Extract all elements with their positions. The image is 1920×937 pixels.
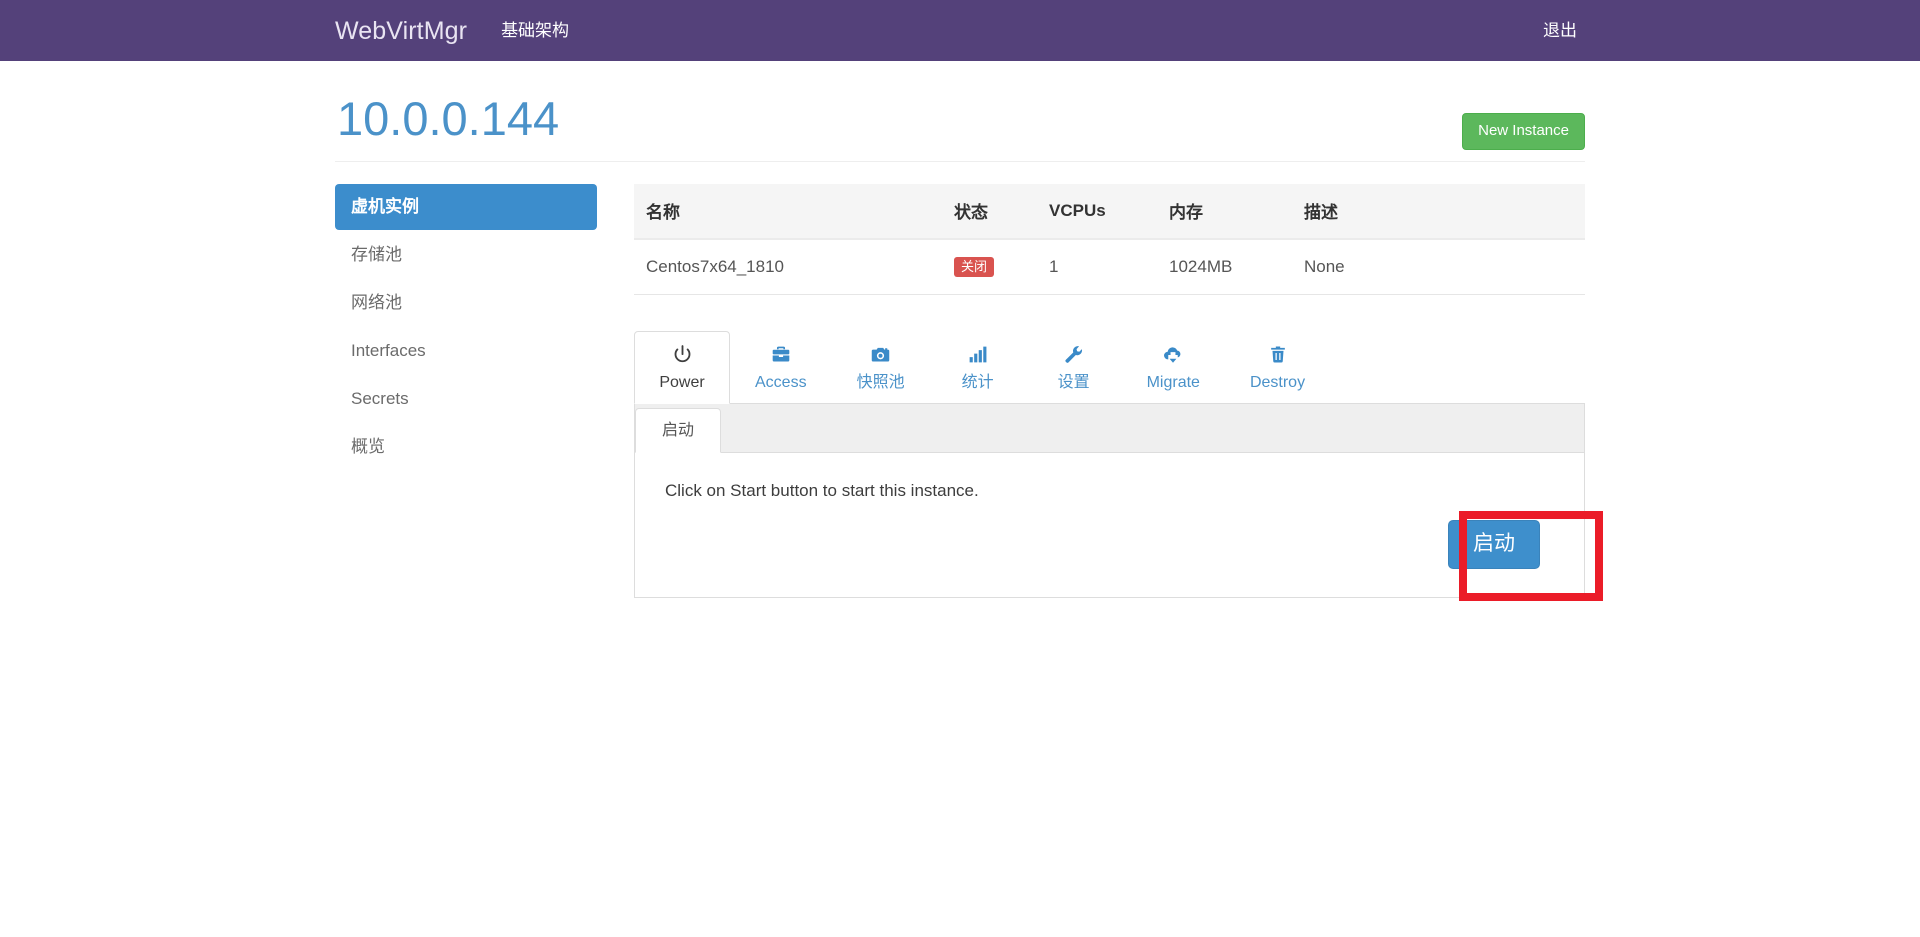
tab-access-label: Access <box>755 374 807 391</box>
sidebar-item-overview[interactable]: 概览 <box>335 424 597 470</box>
tab-snapshot-pool-link[interactable]: 快照池 <box>832 331 930 404</box>
tab-snapshot-pool-label: 快照池 <box>856 374 905 391</box>
nav-link-infrastructure[interactable]: 基础架构 <box>493 22 577 39</box>
start-instructions-text: Click on Start button to start this inst… <box>665 481 979 500</box>
sidebar-item-instances[interactable]: 虚机实例 <box>335 184 597 231</box>
brand-logo[interactable]: WebVirtMgr <box>335 17 467 44</box>
tab-statistics-link[interactable]: 统计 <box>930 331 1026 404</box>
column-header-vcpus: VCPUs <box>1039 184 1159 240</box>
new-instance-button[interactable]: New Instance <box>1462 113 1585 150</box>
tab-snapshot-pool[interactable]: 快照池 <box>832 331 930 404</box>
camera-icon <box>857 344 905 366</box>
tab-migrate-link[interactable]: Migrate <box>1122 331 1225 404</box>
tab-destroy-label: Destroy <box>1249 374 1306 391</box>
tab-power-link[interactable]: Power <box>634 331 730 404</box>
column-header-name: 名称 <box>634 184 944 240</box>
page-header: 10.0.0.144 New Instance <box>335 61 1585 162</box>
sidebar-item-storage-pool[interactable]: 存储池 <box>335 232 597 278</box>
tab-destroy-link[interactable]: Destroy <box>1225 331 1330 404</box>
power-off-icon <box>659 344 705 366</box>
tab-access[interactable]: Access <box>730 331 832 404</box>
page-title: 10.0.0.144 <box>337 92 560 145</box>
tab-statistics-label: 统计 <box>961 374 994 391</box>
tab-migrate-label: Migrate <box>1146 374 1200 391</box>
sidebar: 虚机实例 存储池 网络池 Interfaces Secrets 概览 <box>335 184 612 473</box>
column-header-description: 描述 <box>1294 184 1585 240</box>
tab-power[interactable]: Power <box>634 331 730 404</box>
sidebar-link-instances[interactable]: 虚机实例 <box>335 184 597 231</box>
sidebar-link-storage-pool[interactable]: 存储池 <box>335 232 597 278</box>
power-start-pane: Click on Start button to start this inst… <box>635 453 1584 597</box>
power-inner-tabs: 启动 <box>635 404 1584 453</box>
sidebar-item-secrets[interactable]: Secrets <box>335 376 597 422</box>
sidebar-link-overview[interactable]: 概览 <box>335 424 597 470</box>
instances-table-head: 名称 状态 VCPUs 内存 描述 <box>634 184 1585 240</box>
start-action-row: 启动 <box>665 519 1554 569</box>
page-container: 10.0.0.144 New Instance 虚机实例 存储池 网络池 Int… <box>320 61 1603 601</box>
sidebar-item-interfaces[interactable]: Interfaces <box>335 328 597 374</box>
tab-destroy[interactable]: Destroy <box>1225 331 1330 404</box>
tab-settings[interactable]: 设置 <box>1026 331 1122 404</box>
power-tab-content: 启动 Click on Start button to start this i… <box>634 404 1585 598</box>
cell-instance-memory: 1024MB <box>1159 239 1294 295</box>
tab-migrate[interactable]: Migrate <box>1122 331 1225 404</box>
column-header-state: 状态 <box>944 184 1039 240</box>
navbar-right-group: 退出 <box>1535 22 1585 39</box>
cell-instance-state: 关闭 <box>944 239 1039 295</box>
sidebar-link-network-pool[interactable]: 网络池 <box>335 280 597 326</box>
wrench-icon <box>1051 344 1097 366</box>
instances-table-body: Centos7x64_1810 关闭 1 1024MB None <box>634 239 1585 295</box>
cell-instance-vcpus: 1 <box>1039 239 1159 295</box>
sidebar-link-interfaces[interactable]: Interfaces <box>335 328 597 374</box>
instances-table: 名称 状态 VCPUs 内存 描述 Centos7x64_1810 关闭 1 1… <box>634 184 1585 295</box>
start-button[interactable]: 启动 <box>1448 519 1540 569</box>
inner-tab-start[interactable]: 启动 <box>635 407 722 453</box>
briefcase-icon <box>755 344 807 366</box>
sidebar-nav: 虚机实例 存储池 网络池 Interfaces Secrets 概览 <box>335 184 597 471</box>
cell-instance-name[interactable]: Centos7x64_1810 <box>634 239 944 295</box>
logout-link[interactable]: 退出 <box>1535 22 1585 39</box>
instance-tabs: Power Access 快照池 统计 设置 Migrate Destroy <box>634 331 1585 404</box>
tab-settings-link[interactable]: 设置 <box>1026 331 1122 404</box>
cloud-download-icon <box>1147 344 1200 366</box>
sidebar-item-network-pool[interactable]: 网络池 <box>335 280 597 326</box>
status-badge: 关闭 <box>954 257 995 277</box>
table-header-row: 名称 状态 VCPUs 内存 描述 <box>634 184 1585 240</box>
bar-chart-icon <box>955 344 1001 366</box>
tab-power-label: Power <box>659 374 705 391</box>
content-area: 名称 状态 VCPUs 内存 描述 Centos7x64_1810 关闭 1 1… <box>612 184 1585 598</box>
trash-icon <box>1250 344 1305 366</box>
table-row[interactable]: Centos7x64_1810 关闭 1 1024MB None <box>634 239 1585 295</box>
tab-access-link[interactable]: Access <box>730 331 832 404</box>
main-row: 虚机实例 存储池 网络池 Interfaces Secrets 概览 名称 状态… <box>335 184 1585 598</box>
tab-statistics[interactable]: 统计 <box>930 331 1026 404</box>
sidebar-link-secrets[interactable]: Secrets <box>335 376 597 422</box>
cell-instance-description: None <box>1294 239 1585 295</box>
column-header-memory: 内存 <box>1159 184 1294 240</box>
top-navbar: WebVirtMgr 基础架构 退出 <box>0 0 1920 61</box>
tab-settings-label: 设置 <box>1057 374 1090 391</box>
instance-tabs-section: Power Access 快照池 统计 设置 Migrate Destroy 启… <box>634 331 1585 598</box>
